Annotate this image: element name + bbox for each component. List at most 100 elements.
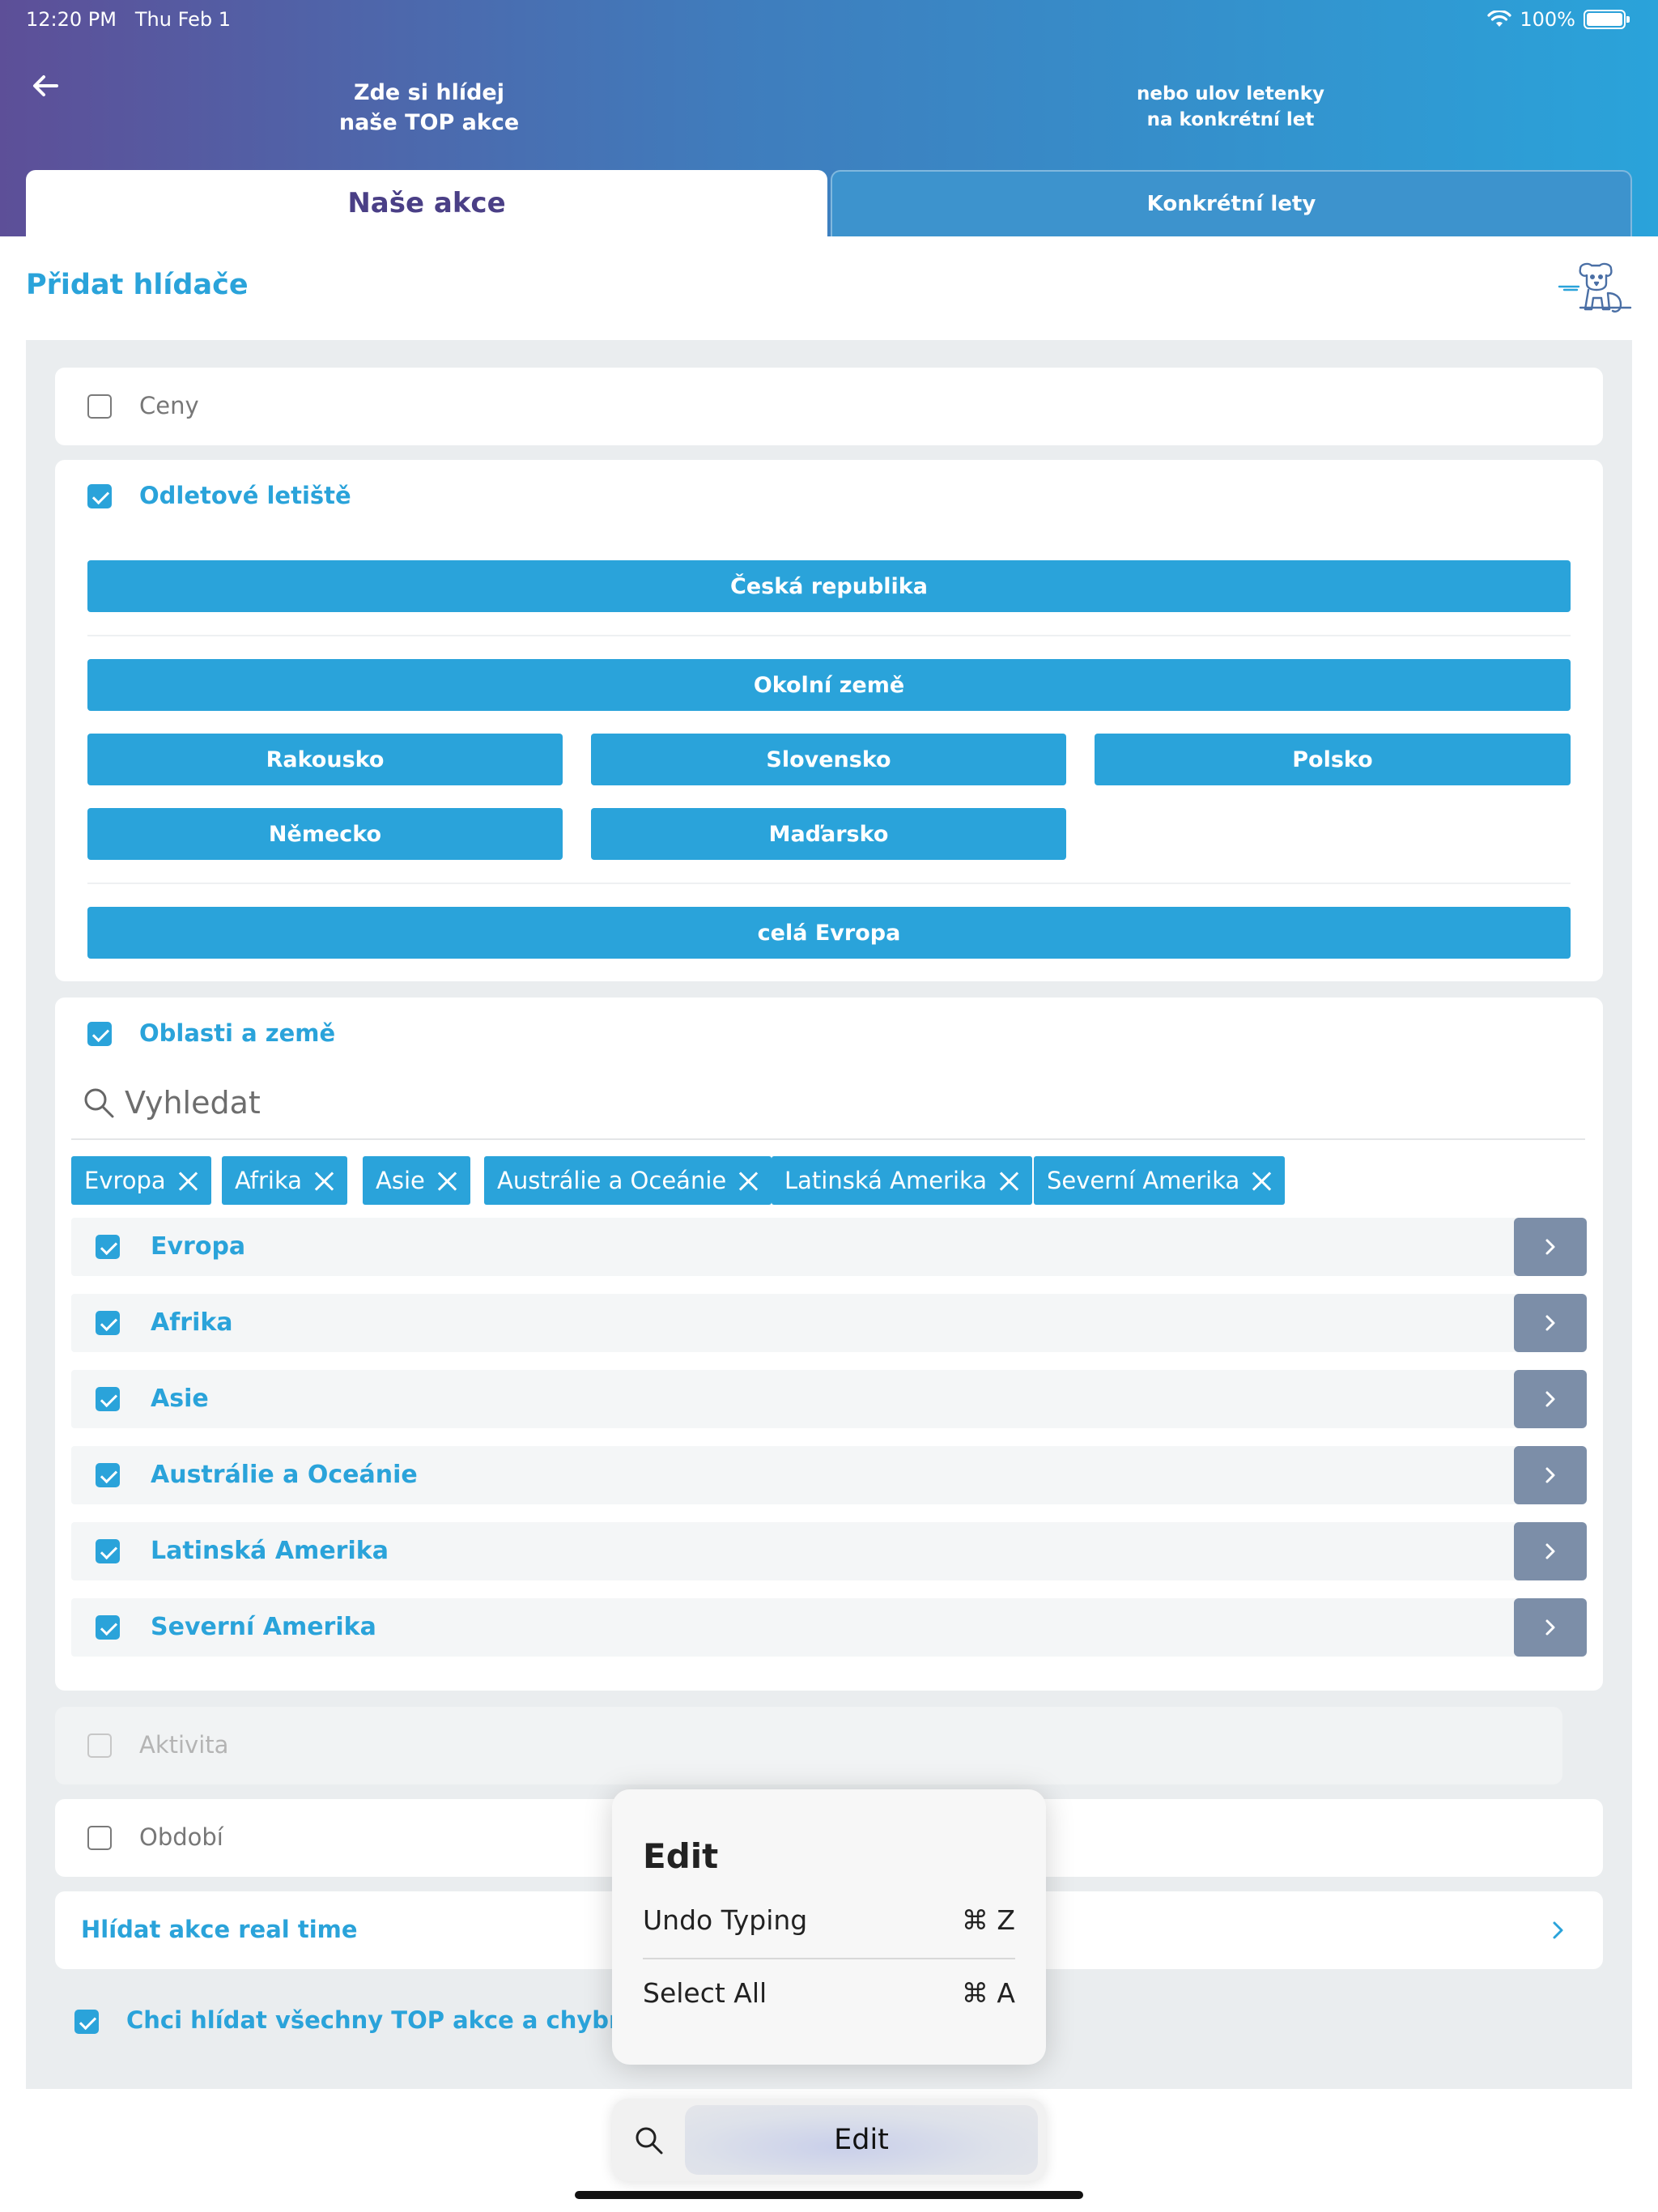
bottom-toolbar: Edit [612,2099,1046,2181]
close-icon[interactable] [738,1170,759,1191]
region-checkbox[interactable] [96,1463,120,1487]
menu-divider [643,1958,1015,1959]
list-item[interactable]: Afrika [71,1294,1587,1352]
all-top-checkbox[interactable] [74,2010,99,2034]
menu-item-undo-typing[interactable]: Undo Typing ⌘ Z [643,1904,1015,1936]
czech-republic-button[interactable]: Česká republika [87,560,1571,612]
regions-label: Oblasti a země [139,1019,336,1047]
close-icon[interactable] [1251,1170,1272,1191]
status-time: 12:20 PM Thu Feb 1 [26,8,231,31]
chevron-right-icon[interactable] [1514,1598,1587,1657]
chip-afrika[interactable]: Afrika [222,1156,348,1205]
country-button-nemecko[interactable]: Německo [87,808,563,860]
realtime-label: Hlídat akce real time [81,1916,358,1943]
close-icon[interactable] [436,1170,457,1191]
menu-item-label: Undo Typing [643,1904,808,1936]
close-icon[interactable] [177,1170,198,1191]
chip-asie[interactable]: Asie [363,1156,470,1205]
chip-australie[interactable]: Austrálie a Oceánie [484,1156,772,1205]
chip-label: Latinská Amerika [784,1167,988,1194]
close-icon[interactable] [313,1170,334,1191]
aktivita-checkbox [87,1733,112,1758]
header: 12:20 PM Thu Feb 1 100% Zde si hlídej na… [0,0,1658,236]
region-label: Evropa [151,1232,246,1261]
divider [87,635,1571,636]
whole-europe-button[interactable]: celá Evropa [87,907,1571,959]
header-right-line1: nebo ulov letenky [1136,83,1325,104]
region-checkbox[interactable] [96,1311,120,1335]
aktivita-label: Aktivita [139,1731,229,1759]
list-item[interactable]: Evropa [71,1218,1587,1276]
header-left-line2: naše TOP akce [338,110,520,135]
region-checkbox[interactable] [96,1539,120,1563]
region-label: Severní Amerika [151,1613,376,1641]
ceny-label: Ceny [139,392,199,419]
airports-card: Odletové letiště Česká republika Okolní … [55,460,1603,981]
watchdog-icon [1558,262,1632,313]
search-icon[interactable] [633,2125,665,2157]
search-icon [84,1088,114,1118]
list-item[interactable]: Asie [71,1370,1587,1428]
airports-checkbox[interactable] [87,484,112,508]
home-indicator[interactable] [575,2191,1083,2199]
menu-item-label: Select All [643,1977,767,2009]
region-label: Asie [151,1385,209,1413]
obdobi-label: Období [139,1823,223,1851]
region-label: Afrika [151,1308,233,1337]
header-top-deals-text: Zde si hlídej naše TOP akce [267,78,591,138]
chevron-right-icon[interactable] [1514,1522,1587,1580]
chip-label: Afrika [235,1167,303,1194]
header-left-line1: Zde si hlídej [354,80,504,105]
chip-label: Severní Amerika [1047,1167,1240,1194]
ceny-card[interactable]: Ceny [55,368,1603,445]
tab-konkretni-lety[interactable]: Konkrétní lety [831,170,1632,236]
close-icon[interactable] [998,1170,1019,1191]
neighbors-button[interactable]: Okolní země [87,659,1571,711]
aktivita-card: Aktivita [55,1707,1562,1784]
chevron-right-icon[interactable] [1514,1294,1587,1352]
chevron-right-icon[interactable] [1514,1218,1587,1276]
ceny-checkbox[interactable] [87,394,112,419]
battery-icon [1584,10,1630,29]
chevron-right-icon[interactable] [1550,1917,1567,1943]
divider [87,883,1571,884]
list-item[interactable]: Austrálie a Oceánie [71,1446,1587,1504]
chip-severni-amerika[interactable]: Severní Amerika [1034,1156,1286,1205]
chip-label: Austrálie a Oceánie [497,1167,727,1194]
region-search-input[interactable] [125,1078,1501,1127]
wifi-icon [1487,11,1511,27]
chip-evropa[interactable]: Evropa [71,1156,211,1205]
region-label: Austrálie a Oceánie [151,1461,418,1489]
airports-label: Odletové letiště [139,482,351,509]
country-button-polsko[interactable]: Polsko [1095,734,1571,785]
menu-item-select-all[interactable]: Select All ⌘ A [643,1977,1015,2009]
edit-popover: Edit Undo Typing ⌘ Z Select All ⌘ A [612,1789,1046,2065]
shortcut-label: ⌘ Z [961,1904,1015,1936]
status-bar: 12:20 PM Thu Feb 1 100% [26,6,1630,39]
chip-latinska-amerika[interactable]: Latinská Amerika [772,1156,1033,1205]
header-right-line2: na konkrétní let [1146,109,1315,130]
regions-checkbox[interactable] [87,1022,112,1046]
status-right: 100% [1487,8,1630,31]
search-underline [71,1138,1585,1140]
battery-percent: 100% [1520,8,1575,31]
region-checkbox[interactable] [96,1235,120,1259]
region-checkbox[interactable] [96,1387,120,1411]
header-specific-flight-text: nebo ulov letenky na konkrétní let [1069,81,1392,133]
edit-button[interactable]: Edit [685,2105,1038,2175]
list-item[interactable]: Severní Amerika [71,1598,1587,1657]
section-title: Přidat hlídače [26,269,249,301]
chevron-right-icon[interactable] [1514,1446,1587,1504]
chip-label: Evropa [84,1167,166,1194]
region-label: Latinská Amerika [151,1537,389,1565]
country-button-rakousko[interactable]: Rakousko [87,734,563,785]
obdobi-checkbox[interactable] [87,1826,112,1850]
popover-title: Edit [643,1836,719,1876]
back-arrow-icon[interactable] [29,70,62,102]
country-button-slovensko[interactable]: Slovensko [591,734,1066,785]
chevron-right-icon[interactable] [1514,1370,1587,1428]
country-button-madarsko[interactable]: Maďarsko [591,808,1066,860]
region-checkbox[interactable] [96,1615,120,1640]
list-item[interactable]: Latinská Amerika [71,1522,1587,1580]
tab-nase-akce[interactable]: Naše akce [26,170,827,236]
